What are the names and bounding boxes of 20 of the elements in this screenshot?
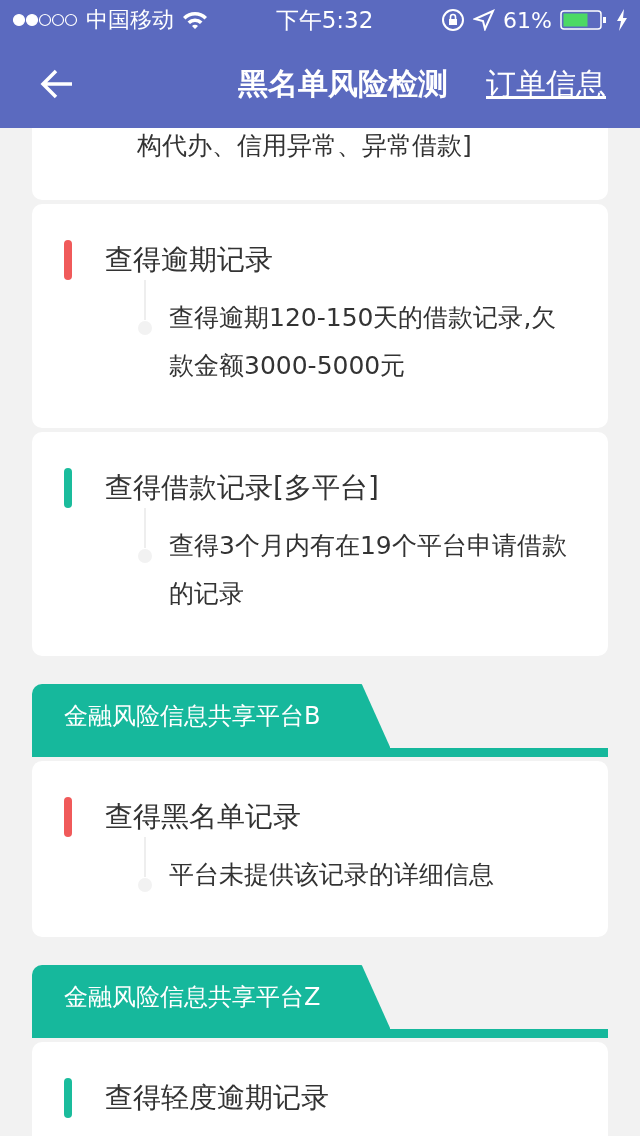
record-detail: 查得逾期120-150天的借款记录,欠款金额3000-5000元	[169, 302, 558, 382]
carrier-name: 中国移动	[86, 6, 174, 34]
battery-percent: 61%	[503, 7, 552, 33]
record-detail: 平台未提供该记录的详细信息	[169, 859, 494, 891]
back-arrow-icon[interactable]	[40, 69, 74, 99]
charging-icon	[616, 9, 628, 31]
wifi-icon	[182, 10, 208, 30]
rotation-lock-icon	[441, 8, 466, 32]
location-icon	[473, 9, 496, 31]
page-title: 黑名单风险检测	[238, 64, 448, 103]
record-title: 查得借款记录[多平台]	[105, 470, 379, 506]
record-detail: 查得3个月内有在19个平台申请借款的记录	[169, 530, 568, 610]
signal-icon	[12, 13, 78, 27]
order-info-link[interactable]: 订单信息	[486, 63, 606, 105]
clock-time: 下午5:32	[275, 5, 374, 35]
battery-icon	[560, 9, 608, 31]
record-title: 查得轻度逾期记录	[105, 1080, 329, 1116]
record-title: 查得黑名单记录	[105, 799, 301, 835]
record-title: 查得逾期记录	[105, 242, 273, 278]
record-detail: 构代办、信用异常、异常借款]	[137, 130, 473, 162]
